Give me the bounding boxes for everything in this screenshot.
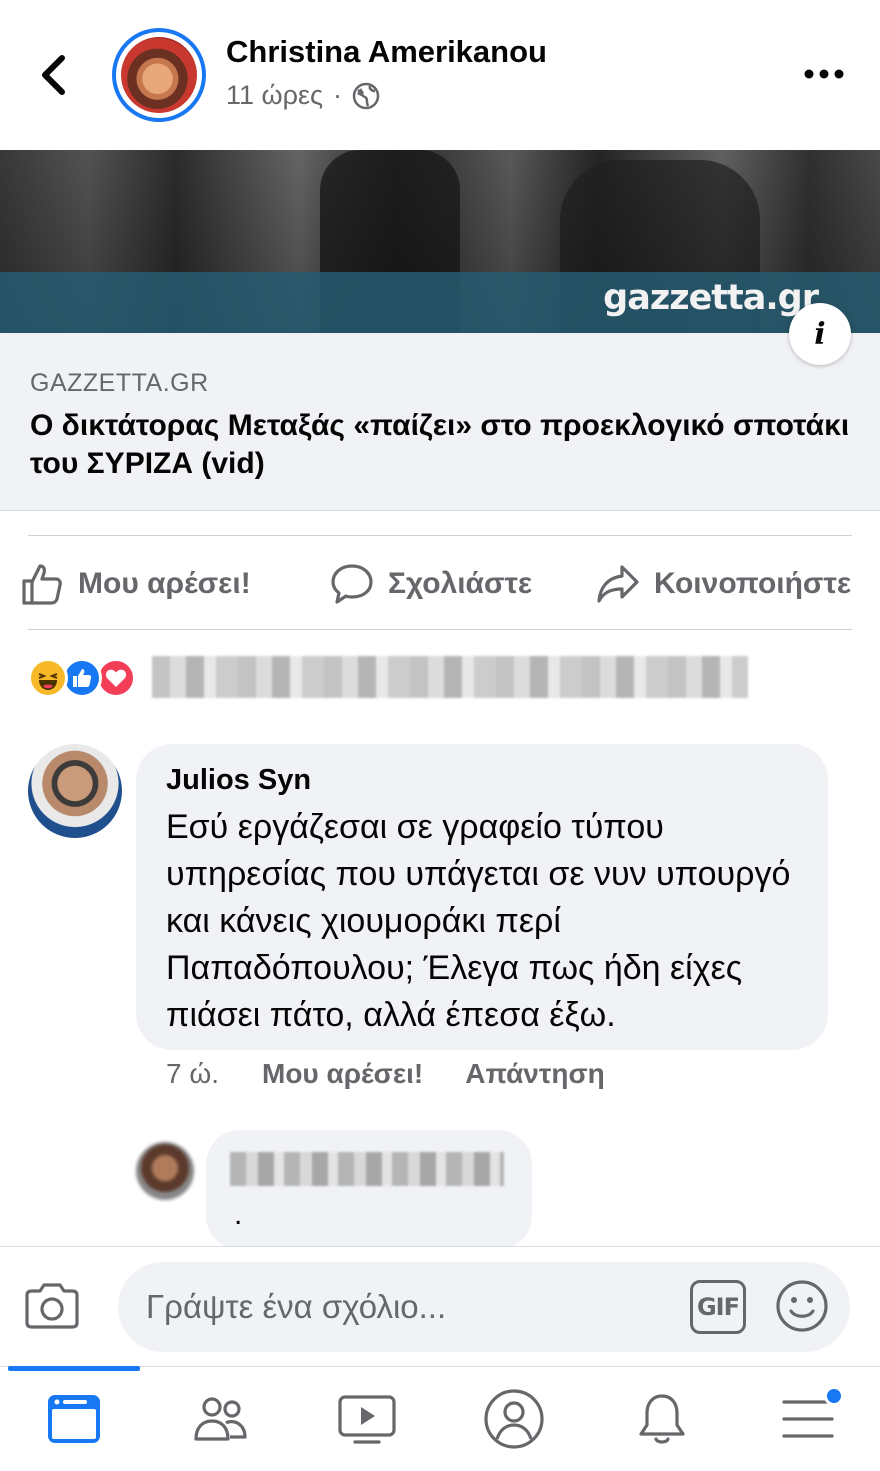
post-meta: 11 ώρες ·: [226, 80, 380, 111]
like-reaction-icon: [62, 658, 102, 698]
comment-time[interactable]: 7 ώ.: [166, 1058, 262, 1090]
back-button[interactable]: [28, 50, 78, 100]
tab-news-feed[interactable]: [34, 1384, 114, 1454]
link-preview-caption[interactable]: GAZZETTA.GR Ο δικτάτορας Μεταξάς «παίζει…: [0, 333, 880, 511]
gif-button[interactable]: GIF: [690, 1280, 746, 1334]
active-tab-indicator: [8, 1366, 140, 1371]
tab-watch[interactable]: [327, 1384, 407, 1454]
author-avatar[interactable]: [112, 28, 206, 122]
more-icon: [804, 69, 844, 79]
divider: [28, 629, 852, 630]
thumbs-up-icon: [22, 564, 62, 605]
author-name[interactable]: Christina Amerikanou: [226, 34, 547, 70]
reply-avatar[interactable]: [136, 1142, 194, 1200]
globe-icon: [352, 82, 380, 109]
haha-reaction-icon: [28, 658, 68, 698]
smiley-icon: [776, 1280, 828, 1332]
divider: [28, 535, 852, 536]
share-arrow-icon: [597, 565, 639, 603]
image-watermark: gazzetta.gr: [603, 278, 819, 318]
info-icon: i: [814, 316, 826, 352]
commenter-avatar[interactable]: [28, 744, 122, 838]
more-options-button[interactable]: [796, 56, 852, 92]
news-feed-icon: [48, 1395, 100, 1443]
post-time[interactable]: 11 ώρες: [226, 80, 323, 111]
emoji-button[interactable]: [774, 1278, 830, 1334]
camera-icon: [25, 1283, 79, 1329]
reply-text: .: [234, 1198, 243, 1231]
comment-button[interactable]: Σχολιάστε: [330, 555, 532, 613]
comment-like-button[interactable]: Μου αρέσει!: [262, 1058, 423, 1090]
meta-separator: ·: [333, 80, 343, 110]
share-label: Κοινοποιήστε: [654, 567, 852, 600]
tab-friends[interactable]: [180, 1384, 260, 1454]
camera-button[interactable]: [20, 1276, 84, 1336]
commenter-name[interactable]: Julios Syn: [166, 764, 311, 797]
reactions-summary[interactable]: [28, 658, 136, 698]
profile-icon: [484, 1389, 544, 1449]
tab-notifications[interactable]: [622, 1384, 702, 1454]
reply-author-redacted[interactable]: [230, 1152, 504, 1186]
link-preview-image[interactable]: gazzetta.gr: [0, 150, 880, 333]
link-title: Ο δικτάτορας Μεταξάς «παίζει» στο προεκλ…: [30, 409, 850, 480]
reactors-names-redacted[interactable]: [152, 656, 748, 698]
friends-icon: [194, 1397, 247, 1441]
comment-reply-button[interactable]: Απάντηση: [465, 1058, 605, 1090]
chevron-left-icon: [42, 55, 65, 95]
menu-badge: [824, 1386, 844, 1406]
comment-text: Εσύ εργάζεσαι σε γραφείο τύπου υπηρεσίας…: [166, 808, 791, 1034]
link-source: GAZZETTA.GR: [30, 369, 209, 397]
comment-meta: 7 ώ. Μου αρέσει! Απάντηση: [166, 1056, 647, 1092]
avatar-photo: [121, 37, 197, 113]
share-button[interactable]: Κοινοποιήστε: [596, 555, 851, 613]
watch-icon: [338, 1395, 396, 1444]
tab-profile[interactable]: [474, 1384, 554, 1454]
love-reaction-icon: [96, 658, 136, 698]
comment-label: Σχολιάστε: [388, 567, 533, 600]
gif-label: GIF: [696, 1293, 740, 1321]
bottom-tab-bar: [0, 1366, 880, 1471]
info-button[interactable]: i: [789, 303, 851, 365]
reply-bubble: [206, 1130, 532, 1250]
bell-icon: [639, 1394, 685, 1444]
speech-bubble-icon: [331, 564, 373, 604]
like-label: Μου αρέσει!: [78, 567, 251, 600]
like-button[interactable]: Μου αρέσει!: [20, 555, 251, 613]
